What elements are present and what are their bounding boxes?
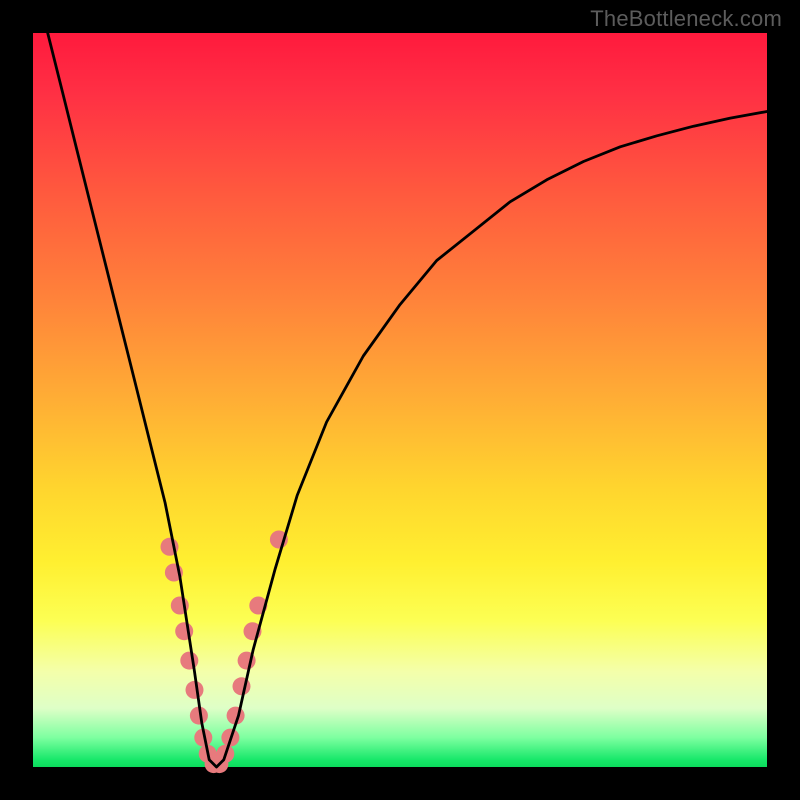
chart-frame: TheBottleneck.com	[0, 0, 800, 800]
chart-markers	[161, 531, 288, 774]
chart-marker	[186, 681, 204, 699]
watermark-text: TheBottleneck.com	[590, 6, 782, 32]
chart-marker	[180, 652, 198, 670]
chart-plot-area	[33, 33, 767, 767]
chart-svg	[33, 33, 767, 767]
bottleneck-curve	[48, 33, 767, 767]
